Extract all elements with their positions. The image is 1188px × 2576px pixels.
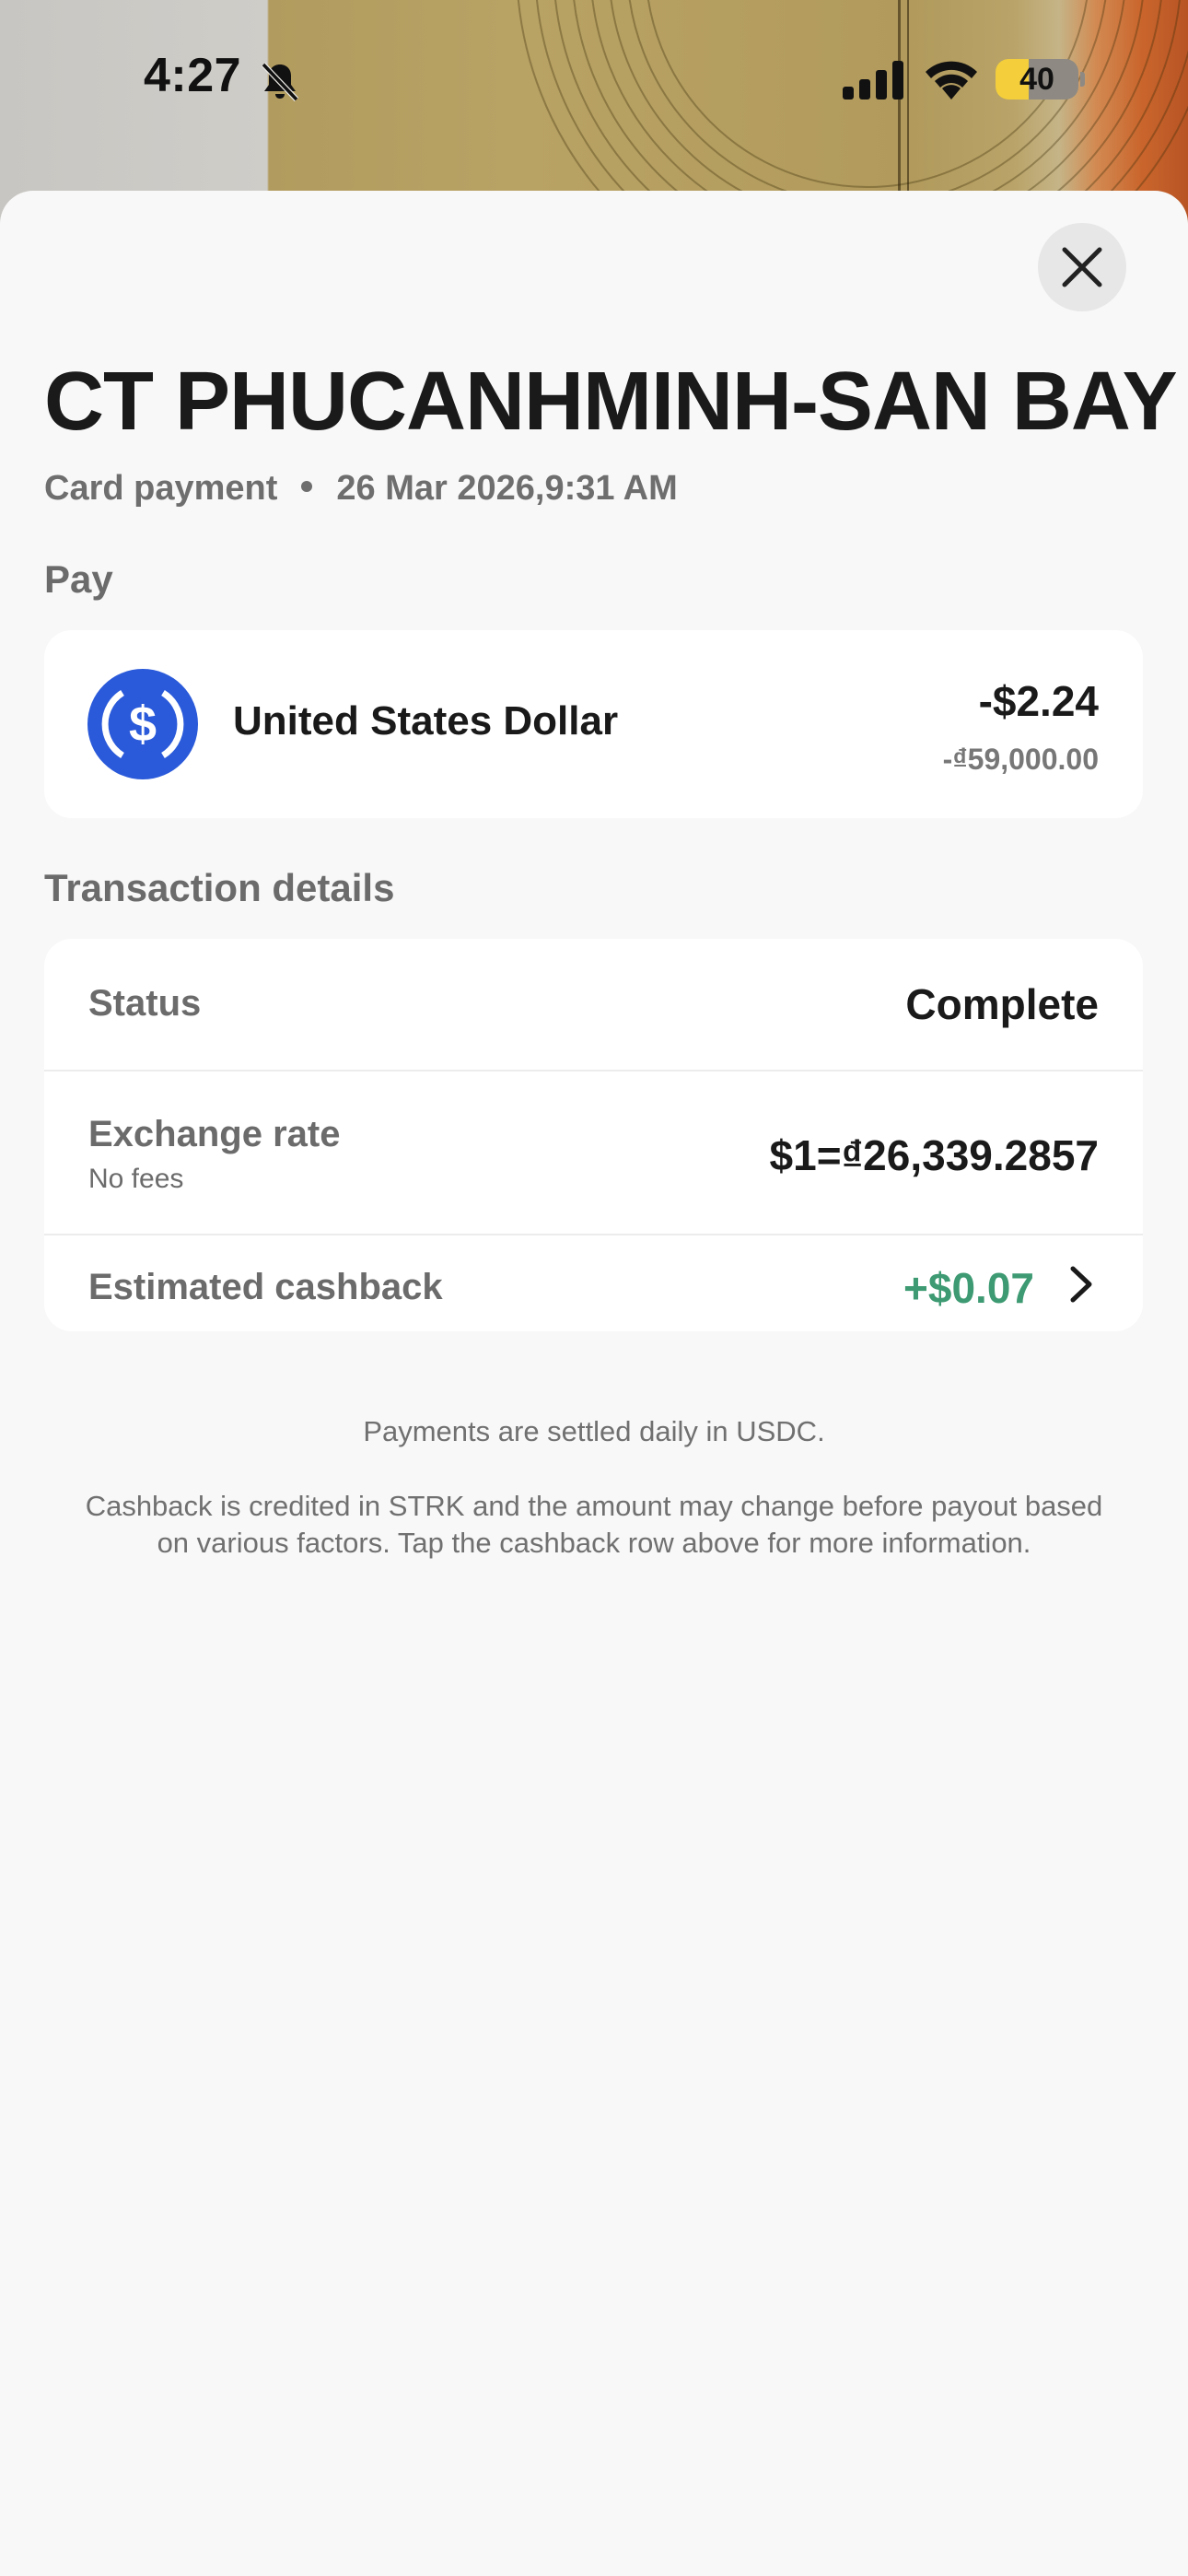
- exchange-rate-value: $1=₫26,339.2857: [769, 1131, 1099, 1179]
- pay-local-amount: -₫59,000.00: [942, 743, 1099, 776]
- svg-text:$: $: [129, 697, 157, 752]
- exchange-fee-note: No fees: [88, 1164, 184, 1194]
- currency-name: United States Dollar: [233, 698, 619, 744]
- pay-card: $ United States Dollar -$2.24 -₫59,000.0…: [44, 630, 1143, 818]
- status-row: Status Complete: [44, 939, 1143, 1070]
- wifi-icon: [926, 61, 977, 100]
- usdc-icon: $: [87, 669, 198, 779]
- exchange-rate-label: Exchange rate: [88, 1114, 341, 1154]
- status-label: Status: [88, 983, 202, 1024]
- transaction-datetime: 26 Mar 2026,9:31 AM: [336, 469, 678, 508]
- pay-section-label: Pay: [44, 557, 113, 601]
- transaction-sheet: CT PHUCANHMINH-SAN BAY Card payment 26 Ma…: [0, 191, 1188, 2576]
- details-section-label: Transaction details: [44, 866, 395, 909]
- signal-icon: [843, 61, 903, 100]
- chevron-right-icon: [1070, 1266, 1092, 1303]
- status-bar: 4:27 40: [0, 0, 1188, 161]
- cashback-note: Cashback is credited in STRK and the amo…: [85, 1490, 1103, 1559]
- transaction-type: Card payment: [44, 469, 278, 508]
- status-time: 4:27: [144, 49, 242, 102]
- pay-amount: -$2.24: [978, 677, 1099, 725]
- exchange-rate-row: Exchange rate No fees $1=₫26,339.2857: [44, 1071, 1143, 1234]
- cashback-label: Estimated cashback: [88, 1267, 443, 1307]
- close-button[interactable]: [1038, 223, 1126, 311]
- transaction-details-card: Status Complete Exchange rate No fees $1…: [44, 939, 1143, 1331]
- separator-dot: [301, 480, 313, 492]
- merchant-title: CT PHUCANHMINH-SAN BAY: [44, 356, 1178, 448]
- settlement-note: Payments are settled daily in USDC.: [363, 1415, 825, 1447]
- transaction-subtitle: Card payment 26 Mar 2026,9:31 AM: [44, 469, 678, 509]
- battery-icon: 40: [996, 59, 1078, 100]
- close-icon: [1062, 247, 1102, 287]
- cashback-value: +$0.07: [903, 1264, 1034, 1312]
- bell-off-icon: [261, 62, 299, 102]
- status-value: Complete: [905, 980, 1099, 1028]
- battery-percent: 40: [1019, 62, 1054, 97]
- cashback-row[interactable]: Estimated cashback +$0.07: [44, 1235, 1143, 1331]
